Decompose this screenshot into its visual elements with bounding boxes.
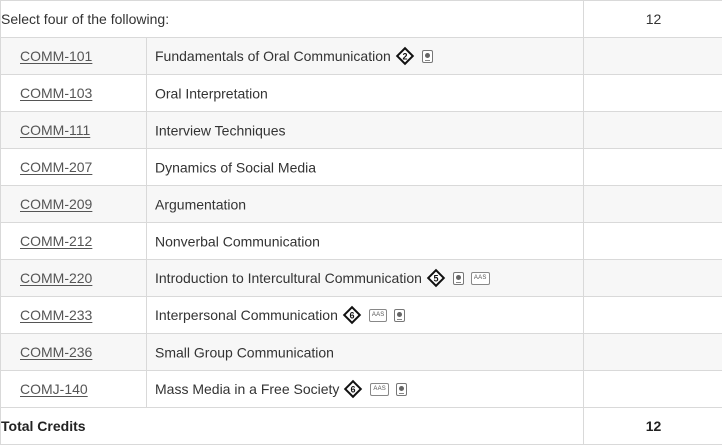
course-attribute-icons: 2 — [395, 46, 433, 66]
course-code-link[interactable]: COMM-220 — [20, 270, 92, 286]
course-code-cell: COMM-111 — [1, 112, 147, 149]
course-title-cell: Dynamics of Social Media — [147, 149, 584, 186]
course-code-link[interactable]: COMM-233 — [20, 307, 92, 323]
course-row: COMM-212 Nonverbal Communication — [1, 223, 722, 260]
course-code-cell: COMM-101 — [1, 38, 147, 75]
course-title: Introduction to Intercultural Communicat… — [155, 270, 422, 286]
total-credits-row: Total Credits 12 — [1, 408, 722, 445]
course-code-link[interactable]: COMM-207 — [20, 159, 92, 175]
numbered-diamond-icon: 2 — [395, 46, 415, 66]
numbered-diamond-icon: 6 — [343, 379, 363, 399]
course-title: Interview Techniques — [155, 123, 285, 139]
course-title-cell: Introduction to Intercultural Communicat… — [147, 260, 584, 297]
course-credits-cell — [584, 149, 722, 186]
globe-badge-icon — [396, 383, 407, 396]
course-row: COMM-111 Interview Techniques — [1, 112, 722, 149]
globe-badge-icon — [453, 272, 464, 285]
course-code-link[interactable]: COMJ-140 — [20, 381, 88, 397]
course-title-cell: Nonverbal Communication — [147, 223, 584, 260]
selection-credits: 12 — [584, 1, 722, 38]
course-credits-cell — [584, 75, 722, 112]
course-code-link[interactable]: COMM-212 — [20, 233, 92, 249]
course-requirements: Select four of the following: 12 COMM-10… — [0, 0, 722, 444]
selection-instruction: Select four of the following: — [1, 1, 584, 38]
course-title: Nonverbal Communication — [155, 234, 320, 250]
course-code-cell: COMM-207 — [1, 149, 147, 186]
course-code-cell: COMJ-140 — [1, 371, 147, 408]
numbered-diamond-icon: 6 — [342, 305, 362, 325]
course-code-cell: COMM-236 — [1, 334, 147, 371]
course-credits-cell — [584, 186, 722, 223]
course-code-link[interactable]: COMM-209 — [20, 196, 92, 212]
course-code-cell: COMM-233 — [1, 297, 147, 334]
course-attribute-icons: 5 AAS — [426, 268, 490, 288]
diamond-number: 5 — [433, 273, 438, 283]
course-title: Mass Media in a Free Society — [155, 381, 339, 397]
course-credits-cell — [584, 371, 722, 408]
diamond-number: 6 — [351, 384, 356, 394]
course-title-cell: Small Group Communication — [147, 334, 584, 371]
course-title: Dynamics of Social Media — [155, 160, 316, 176]
course-row: COMM-220 Introduction to Intercultural Co… — [1, 260, 722, 297]
course-title: Argumentation — [155, 197, 246, 213]
course-title-cell: Oral Interpretation — [147, 75, 584, 112]
selection-header-row: Select four of the following: 12 — [1, 1, 722, 38]
course-credits-cell — [584, 223, 722, 260]
course-title: Interpersonal Communication — [155, 307, 338, 323]
course-code-cell: COMM-209 — [1, 186, 147, 223]
course-row: COMJ-140 Mass Media in a Free Society 6 AAS — [1, 371, 722, 408]
course-code-link[interactable]: COMM-101 — [20, 48, 92, 64]
course-row: COMM-207 Dynamics of Social Media — [1, 149, 722, 186]
course-attribute-icons: 6 AAS — [342, 305, 406, 325]
aas-badge-icon: AAS — [369, 309, 388, 322]
course-code-cell: COMM-103 — [1, 75, 147, 112]
course-row: COMM-103 Oral Interpretation — [1, 75, 722, 112]
diamond-number: 2 — [402, 51, 407, 61]
numbered-diamond-icon: 5 — [426, 268, 446, 288]
course-title-cell: Fundamentals of Oral Communication 2 — [147, 38, 584, 75]
course-row: COMM-101 Fundamentals of Oral Communicati… — [1, 38, 722, 75]
globe-badge-icon — [394, 309, 405, 322]
course-title-cell: Interpersonal Communication 6 AAS — [147, 297, 584, 334]
total-credits-label: Total Credits — [1, 408, 584, 445]
globe-badge-icon — [422, 50, 433, 63]
aas-badge-icon: AAS — [471, 272, 490, 285]
course-title-cell: Interview Techniques — [147, 112, 584, 149]
course-code-link[interactable]: COMM-111 — [20, 122, 90, 138]
course-code-link[interactable]: COMM-103 — [20, 85, 92, 101]
total-credits-value: 12 — [584, 408, 722, 445]
course-credits-cell — [584, 38, 722, 75]
course-title: Oral Interpretation — [155, 86, 268, 102]
course-code-cell: COMM-212 — [1, 223, 147, 260]
course-credits-cell — [584, 260, 722, 297]
diamond-number: 6 — [349, 310, 354, 320]
course-code-link[interactable]: COMM-236 — [20, 344, 92, 360]
course-table: Select four of the following: 12 COMM-10… — [0, 0, 722, 445]
course-title-cell: Mass Media in a Free Society 6 AAS — [147, 371, 584, 408]
course-title-cell: Argumentation — [147, 186, 584, 223]
course-title: Small Group Communication — [155, 345, 334, 361]
course-attribute-icons: 6 AAS — [343, 379, 407, 399]
course-code-cell: COMM-220 — [1, 260, 147, 297]
course-row: COMM-209 Argumentation — [1, 186, 722, 223]
aas-badge-icon: AAS — [370, 383, 389, 396]
course-title: Fundamentals of Oral Communication — [155, 48, 391, 64]
course-credits-cell — [584, 112, 722, 149]
course-row: COMM-236 Small Group Communication — [1, 334, 722, 371]
course-row: COMM-233 Interpersonal Communication 6 AAS — [1, 297, 722, 334]
course-credits-cell — [584, 334, 722, 371]
course-credits-cell — [584, 297, 722, 334]
